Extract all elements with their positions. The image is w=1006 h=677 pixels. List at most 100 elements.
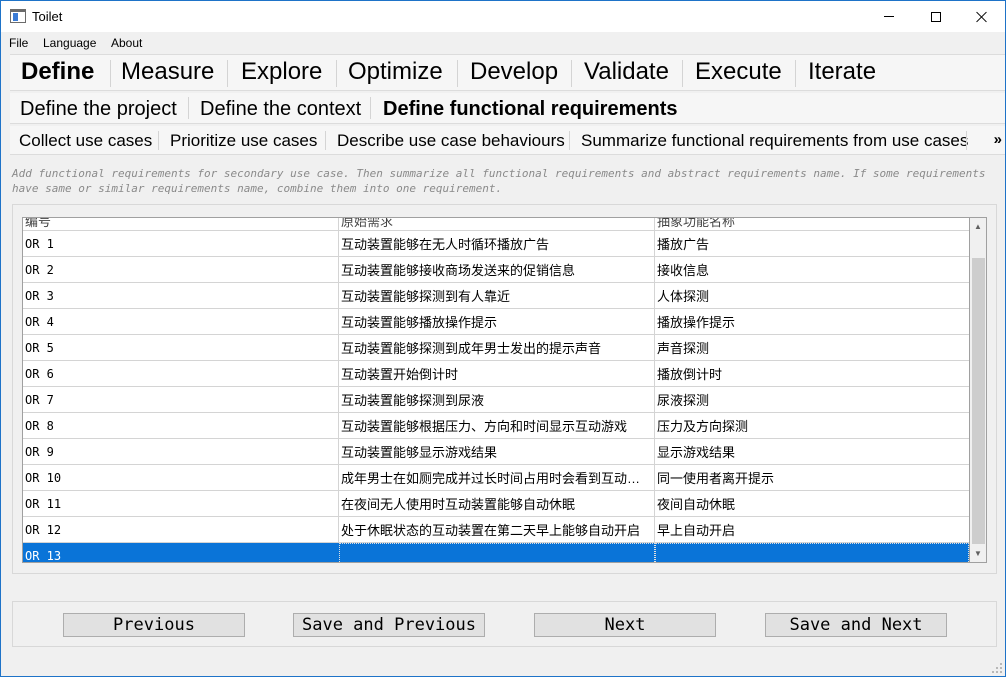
tab-describe-use-case-behaviours[interactable]: Describe use case behaviours [337,131,565,151]
header-cell: 编号 [23,218,339,230]
requirement-id-cell[interactable]: OR 2 [23,257,339,282]
function-name-cell[interactable]: 显示游戏结果 [655,439,969,464]
original-requirement-cell[interactable]: 互动装置能够接收商场发送来的促销信息 [339,257,655,282]
table-row[interactable]: OR 4 互动装置能够播放操作提示 播放操作提示 [23,309,969,335]
requirement-id-cell[interactable]: OR 4 [23,309,339,334]
original-requirement-cell[interactable]: 处于休眠状态的互动装置在第二天早上能够自动开启 [339,517,655,542]
requirement-id-cell[interactable]: OR 3 [23,283,339,308]
original-requirement-cell[interactable]: 互动装置能够根据压力、方向和时间显示互动游戏 [339,413,655,438]
scroll-up-arrow-icon[interactable]: ▲ [970,218,986,235]
tab-optimize[interactable]: Optimize [348,58,443,86]
save-and-next-button[interactable]: Save and Next [765,613,947,637]
table-row[interactable]: OR 6 互动装置开始倒计时 播放倒计时 [23,361,969,387]
tab-define[interactable]: Define [21,58,94,86]
requirement-id-cell[interactable]: OR 12 [23,517,339,542]
tab-divider [158,131,159,150]
table-row[interactable]: OR 5 互动装置能够探测到成年男士发出的提示声音 声音探测 [23,335,969,361]
close-button[interactable] [959,1,1005,32]
original-requirement-cell[interactable]: 互动装置能够在无人时循环播放广告 [339,231,655,256]
double-chevron-right-icon[interactable]: » [994,131,1002,148]
original-requirement-cell[interactable]: 互动装置能够探测到有人靠近 [339,283,655,308]
function-name-cell[interactable]: 早上自动开启 [655,517,969,542]
function-name-cell[interactable]: 同一使用者离开提示 [655,465,969,490]
function-name-cell[interactable]: 夜间自动休眠 [655,491,969,516]
table-group: 编号 原始需求 抽象功能名称 OR 1 互动装置能够在无人时循环播放广告 播放广告 O… [12,204,997,574]
tab-define-project[interactable]: Define the project [20,98,177,121]
tab-divider [795,60,796,87]
original-requirement-cell[interactable]: 互动装置能够显示游戏结果 [339,439,655,464]
tab-divider [457,60,458,87]
original-requirement-cell[interactable]: 成年男士在如厕完成并过长时间占用时会看到互动… [339,465,655,490]
requirement-id-cell[interactable]: OR 8 [23,413,339,438]
original-requirement-cell[interactable] [339,543,655,562]
table-row[interactable]: OR 2 互动装置能够接收商场发送来的促销信息 接收信息 [23,257,969,283]
tab-execute[interactable]: Execute [695,58,782,86]
requirement-id-cell[interactable]: OR 13 [23,543,339,562]
function-name-cell[interactable]: 播放操作提示 [655,309,969,334]
tab-validate[interactable]: Validate [584,58,669,86]
function-name-cell[interactable] [655,543,969,562]
menu-bar: File Language About [1,34,1005,52]
table-row[interactable]: OR 1 互动装置能够在无人时循环播放广告 播放广告 [23,231,969,257]
function-name-cell[interactable]: 接收信息 [655,257,969,282]
phase-tab-bar: Define Measure Explore Optimize Develop … [10,54,1005,91]
scroll-thumb[interactable] [972,258,985,544]
header-cell: 抽象功能名称 [657,218,736,229]
function-name-cell[interactable]: 人体探测 [655,283,969,308]
tab-divider [370,97,371,119]
table-row[interactable]: OR 9 互动装置能够显示游戏结果 显示游戏结果 [23,439,969,465]
minimize-button[interactable] [866,1,912,32]
original-requirement-cell[interactable]: 互动装置能够探测到成年男士发出的提示声音 [339,335,655,360]
tab-summarize-functional-requirements[interactable]: Summarize functional requirements from u… [581,131,968,151]
tab-prioritize-use-cases[interactable]: Prioritize use cases [170,131,317,151]
requirement-id-cell[interactable]: OR 5 [23,335,339,360]
original-requirement-cell[interactable]: 互动装置能够播放操作提示 [339,309,655,334]
previous-button[interactable]: Previous [63,613,245,637]
resize-grip-icon[interactable] [992,663,1002,673]
original-requirement-cell[interactable]: 互动装置能够探测到尿液 [339,387,655,412]
requirement-id-cell[interactable]: OR 11 [23,491,339,516]
tab-explore[interactable]: Explore [241,58,322,86]
table-row[interactable]: OR 10 成年男士在如厕完成并过长时间占用时会看到互动… 同一使用者离开提示 [23,465,969,491]
function-name-cell[interactable]: 声音探测 [655,335,969,360]
tab-divider [571,60,572,87]
table-row[interactable]: OR 13 [23,543,969,562]
scroll-down-arrow-icon[interactable]: ▼ [970,545,986,562]
requirement-id-cell[interactable]: OR 6 [23,361,339,386]
vertical-scrollbar[interactable]: ▲ ▼ [970,217,987,563]
menu-about[interactable]: About [111,36,142,50]
requirement-id-cell[interactable]: OR 1 [23,231,339,256]
table-row[interactable]: OR 11 在夜间无人使用时互动装置能够自动休眠 夜间自动休眠 [23,491,969,517]
header-cell: 原始需求 [339,218,655,230]
tab-measure[interactable]: Measure [121,58,214,86]
maximize-button[interactable] [913,1,959,32]
next-button[interactable]: Next [534,613,716,637]
tab-iterate[interactable]: Iterate [808,58,876,86]
tab-collect-use-cases[interactable]: Collect use cases [19,131,152,151]
tab-define-functional-requirements[interactable]: Define functional requirements [383,98,678,121]
menu-file[interactable]: File [9,36,28,50]
table-row[interactable]: OR 7 互动装置能够探测到尿液 尿液探测 [23,387,969,413]
table-row[interactable]: OR 12 处于休眠状态的互动装置在第二天早上能够自动开启 早上自动开启 [23,517,969,543]
requirements-table[interactable]: 编号 原始需求 抽象功能名称 OR 1 互动装置能够在无人时循环播放广告 播放广告 O… [22,217,970,563]
sub-tab-bar: Collect use cases Prioritize use cases D… [10,126,1005,155]
save-and-previous-button[interactable]: Save and Previous [293,613,485,637]
table-row[interactable]: OR 8 互动装置能够根据压力、方向和时间显示互动游戏 压力及方向探测 [23,413,969,439]
function-name-cell[interactable]: 尿液探测 [655,387,969,412]
menu-language[interactable]: Language [43,36,96,50]
tab-define-context[interactable]: Define the context [200,98,361,121]
close-icon [976,11,988,23]
step-tab-bar: Define the project Define the context De… [10,93,1005,124]
original-requirement-cell[interactable]: 在夜间无人使用时互动装置能够自动休眠 [339,491,655,516]
table-row[interactable]: OR 3 互动装置能够探测到有人靠近 人体探测 [23,283,969,309]
tab-divider [325,131,326,150]
tab-divider [569,131,570,150]
function-name-cell[interactable]: 压力及方向探测 [655,413,969,438]
requirement-id-cell[interactable]: OR 7 [23,387,339,412]
tab-develop[interactable]: Develop [470,58,558,86]
original-requirement-cell[interactable]: 互动装置开始倒计时 [339,361,655,386]
requirement-id-cell[interactable]: OR 9 [23,439,339,464]
function-name-cell[interactable]: 播放倒计时 [655,361,969,386]
requirement-id-cell[interactable]: OR 10 [23,465,339,490]
function-name-cell[interactable]: 播放广告 [655,231,969,256]
